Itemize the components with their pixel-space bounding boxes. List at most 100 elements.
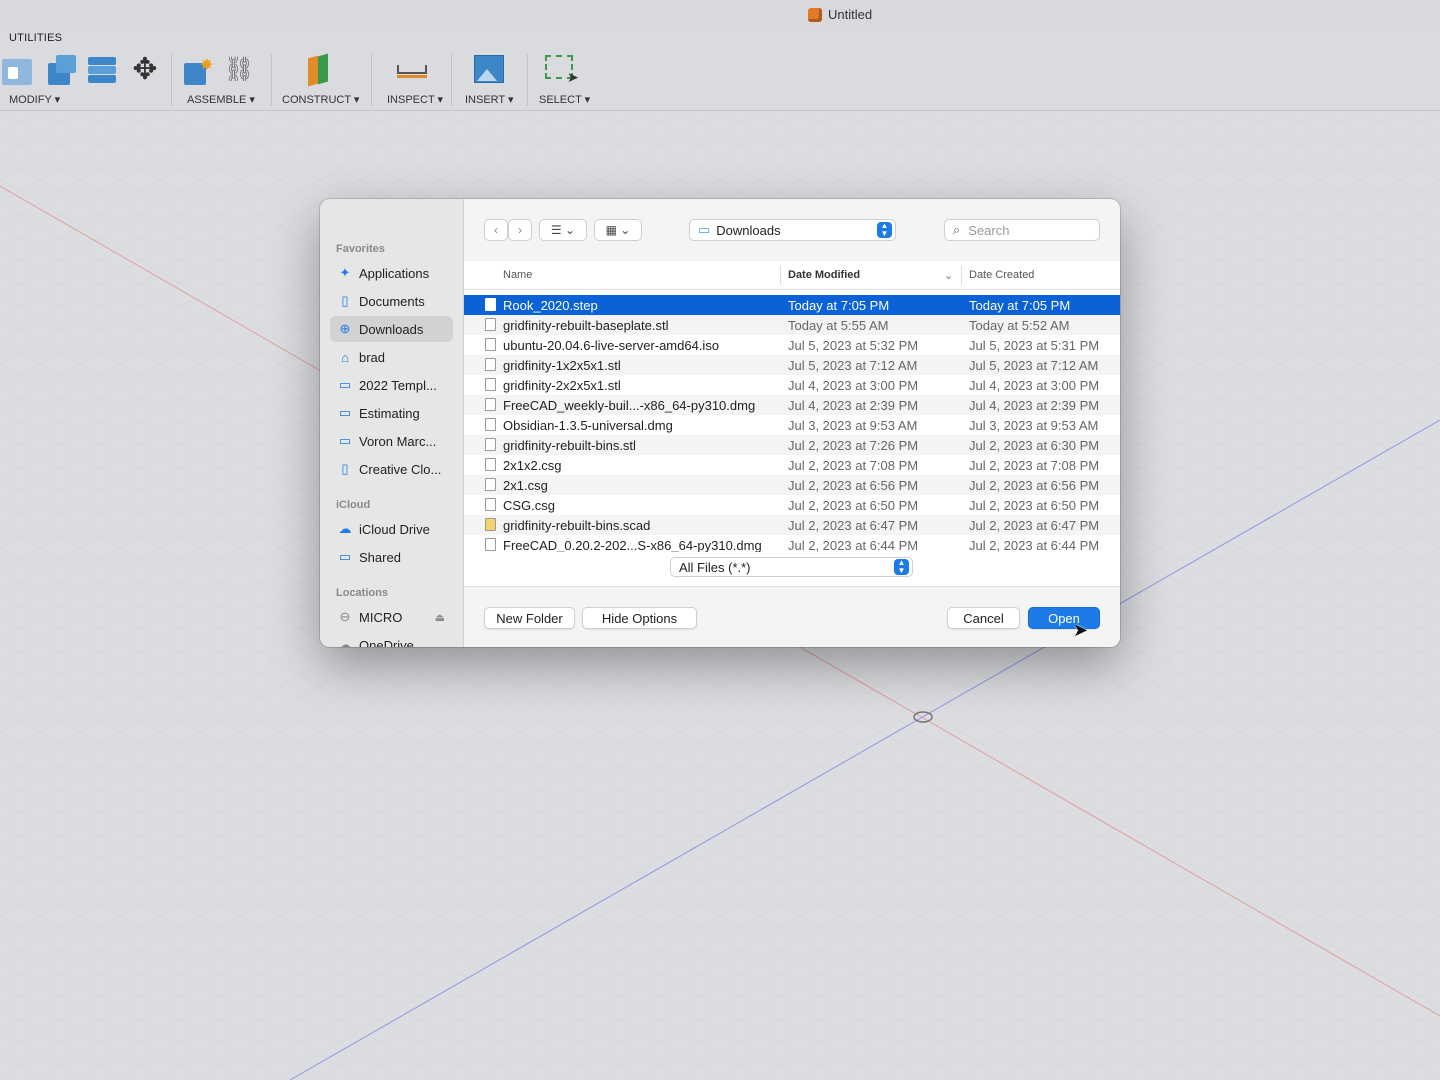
dialog-footer: New Folder Hide Options Cancel Open [464, 586, 1120, 647]
insert-image-icon[interactable] [473, 53, 507, 87]
forward-button[interactable]: › [508, 219, 532, 241]
offset-plane-icon[interactable] [304, 53, 338, 87]
select-menu[interactable]: SELECT ▾ [539, 93, 590, 106]
column-date-created[interactable]: Date Created [969, 269, 1034, 281]
file-row[interactable]: FreeCAD_0.20.2-202...S-x86_64-py310.dmg J… [464, 535, 1120, 552]
applications-icon: ✦ [339, 265, 351, 280]
sidebar-item-icloud-drive[interactable]: ☁ iCloud Drive [330, 516, 453, 542]
file-icon [485, 498, 496, 511]
column-divider[interactable] [961, 266, 962, 285]
sidebar-item-voron[interactable]: ▭ Voron Marc... [330, 428, 453, 454]
shell-icon[interactable] [86, 53, 120, 87]
sidebar-item-downloads[interactable]: ⊕ Downloads [330, 316, 453, 342]
open-button[interactable]: Open [1028, 607, 1100, 629]
file-row[interactable]: 2x1.csg Jul 2, 2023 at 6:56 PM Jul 2, 2023… [464, 475, 1120, 495]
dialog-navbar: ‹ › ☰ ⌄ ▦ ⌄ ▭ Downloads ▲ ▼ ⌕ Search [464, 199, 1120, 261]
assemble-group: ✸ ⛓ ASSEMBLE ▾ [180, 52, 270, 108]
modify-menu[interactable]: MODIFY ▾ [9, 93, 60, 106]
scad-file-icon [485, 518, 496, 531]
search-icon: ⌕ [953, 222, 961, 237]
back-button[interactable]: ‹ [484, 219, 508, 241]
insert-menu[interactable]: INSERT ▾ [465, 93, 514, 106]
sidebar-item-applications[interactable]: ✦ Applications [330, 260, 453, 286]
eject-icon[interactable]: ⏏ [435, 611, 445, 624]
document-icon: ▯ [341, 293, 349, 308]
column-date-modified[interactable]: Date Modified [788, 269, 860, 281]
chevron-left-icon: ‹ [494, 223, 498, 237]
toolbar: UTILITIES ✥ MODIFY ▾ ✸ ⛓ ASSEMBLE ▾ CONS… [0, 30, 1440, 111]
sidebar-item-label: Voron Marc... [359, 433, 437, 449]
press-pull-icon[interactable] [2, 53, 36, 87]
sidebar-item-label: Downloads [359, 321, 424, 337]
file-row[interactable]: FreeCAD_weekly-buil...-x86_64-py310.dmg J… [464, 395, 1120, 415]
tab-utilities[interactable]: UTILITIES [9, 32, 62, 44]
column-header: Name Date Modified ⌄ Date Created [464, 262, 1120, 290]
list-view-button[interactable]: ☰ ⌄ [539, 219, 587, 241]
downloads-icon: ⊕ [339, 321, 351, 336]
file-icon [485, 478, 496, 491]
sidebar-item-label: Estimating [359, 405, 420, 421]
file-row[interactable]: gridfinity-2x2x5x1.stl Jul 4, 2023 at 3:0… [464, 375, 1120, 395]
popup-stepper-icon: ▲ ▼ [894, 559, 909, 575]
app-cube-icon [808, 7, 822, 22]
folder-icon: ▭ [338, 405, 352, 420]
location-popup[interactable]: ▭ Downloads ▲ ▼ [689, 219, 896, 241]
sidebar-item-label: Shared [359, 549, 401, 565]
sidebar-item-creative-cloud[interactable]: ▯ Creative Clo... [330, 456, 453, 482]
icloud-header: iCloud [336, 499, 371, 511]
new-folder-button[interactable]: New Folder [484, 607, 575, 629]
file-row[interactable]: Obsidian-1.3.5-universal.dmg Jul 3, 2023 … [464, 415, 1120, 435]
title-bar: Untitled [0, 0, 1440, 30]
inspect-menu[interactable]: INSPECT ▾ [387, 93, 443, 106]
column-name[interactable]: Name [503, 269, 532, 281]
file-row[interactable]: gridfinity-1x2x5x1.stl Jul 5, 2023 at 7:1… [464, 355, 1120, 375]
cloud-icon: ☁ [338, 637, 352, 647]
disk-icon: ⊖ [339, 609, 351, 624]
sidebar-item-estimating[interactable]: ▭ Estimating [330, 400, 453, 426]
window-title-text: Untitled [828, 7, 873, 22]
hide-options-button[interactable]: Hide Options [582, 607, 697, 629]
construct-menu[interactable]: CONSTRUCT ▾ [282, 93, 359, 106]
select-icon[interactable]: ➤ [545, 53, 579, 87]
sidebar-item-micro[interactable]: ⊖ MICRO ⏏ [330, 604, 453, 630]
measure-icon[interactable] [397, 53, 431, 87]
cloud-icon: ☁ [338, 521, 352, 536]
fillet-icon[interactable] [44, 53, 78, 87]
group-view-button[interactable]: ▦ ⌄ [594, 219, 642, 241]
toolbar-divider [451, 54, 452, 106]
modify-group: ✥ MODIFY ▾ [2, 52, 162, 108]
search-field[interactable]: ⌕ Search [944, 219, 1100, 241]
joint-icon[interactable]: ⛓ [222, 53, 256, 87]
move-icon[interactable]: ✥ [128, 53, 162, 87]
file-type-filter[interactable]: All Files (*.*) ▲ ▼ [670, 557, 913, 577]
sidebar-item-documents[interactable]: ▯ Documents [330, 288, 453, 314]
file-icon [485, 538, 496, 551]
folder-icon: ▭ [698, 222, 711, 237]
toolbar-divider [527, 54, 528, 106]
file-row[interactable]: gridfinity-rebuilt-bins.stl Jul 2, 2023 a… [464, 435, 1120, 455]
file-row[interactable]: gridfinity-rebuilt-bins.scad Jul 2, 2023 … [464, 515, 1120, 535]
sidebar-item-label: Creative Clo... [359, 461, 442, 477]
sidebar-item-label: brad [359, 349, 386, 365]
file-row[interactable]: ubuntu-20.04.6-live-server-amd64.iso Jul … [464, 335, 1120, 355]
cancel-button[interactable]: Cancel [947, 607, 1020, 629]
assemble-menu[interactable]: ASSEMBLE ▾ [187, 93, 255, 106]
file-row[interactable]: CSG.csg Jul 2, 2023 at 6:50 PM Jul 2, 2023… [464, 495, 1120, 515]
sidebar-item-label: OneDrive [359, 637, 414, 648]
file-row[interactable]: gridfinity-rebuilt-baseplate.stl Today at… [464, 315, 1120, 335]
mouse-cursor-icon: ➤ [1073, 620, 1089, 640]
sidebar-item-onedrive[interactable]: ☁ OneDrive [330, 632, 453, 647]
sidebar-item-templates[interactable]: ▭ 2022 Templ... [330, 372, 453, 398]
column-divider[interactable] [780, 266, 781, 285]
toolbar-divider [371, 54, 372, 106]
favorites-header: Favorites [336, 243, 385, 255]
file-row[interactable]: Rook_2020.step Today at 7:05 PM Today at 7… [464, 295, 1120, 315]
sidebar-item-shared[interactable]: ▭ Shared [330, 544, 453, 570]
sidebar-item-label: Applications [359, 265, 430, 281]
file-row[interactable]: 2x1x2.csg Jul 2, 2023 at 7:08 PM Jul 2, 20… [464, 455, 1120, 475]
sidebar-item-home[interactable]: ⌂ brad [330, 344, 453, 370]
location-label: Downloads [716, 222, 781, 238]
file-icon [485, 458, 496, 471]
new-component-icon[interactable]: ✸ [180, 53, 214, 87]
dialog-sidebar: Favorites ✦ Applications ▯ Documents ⊕ D… [320, 199, 464, 647]
